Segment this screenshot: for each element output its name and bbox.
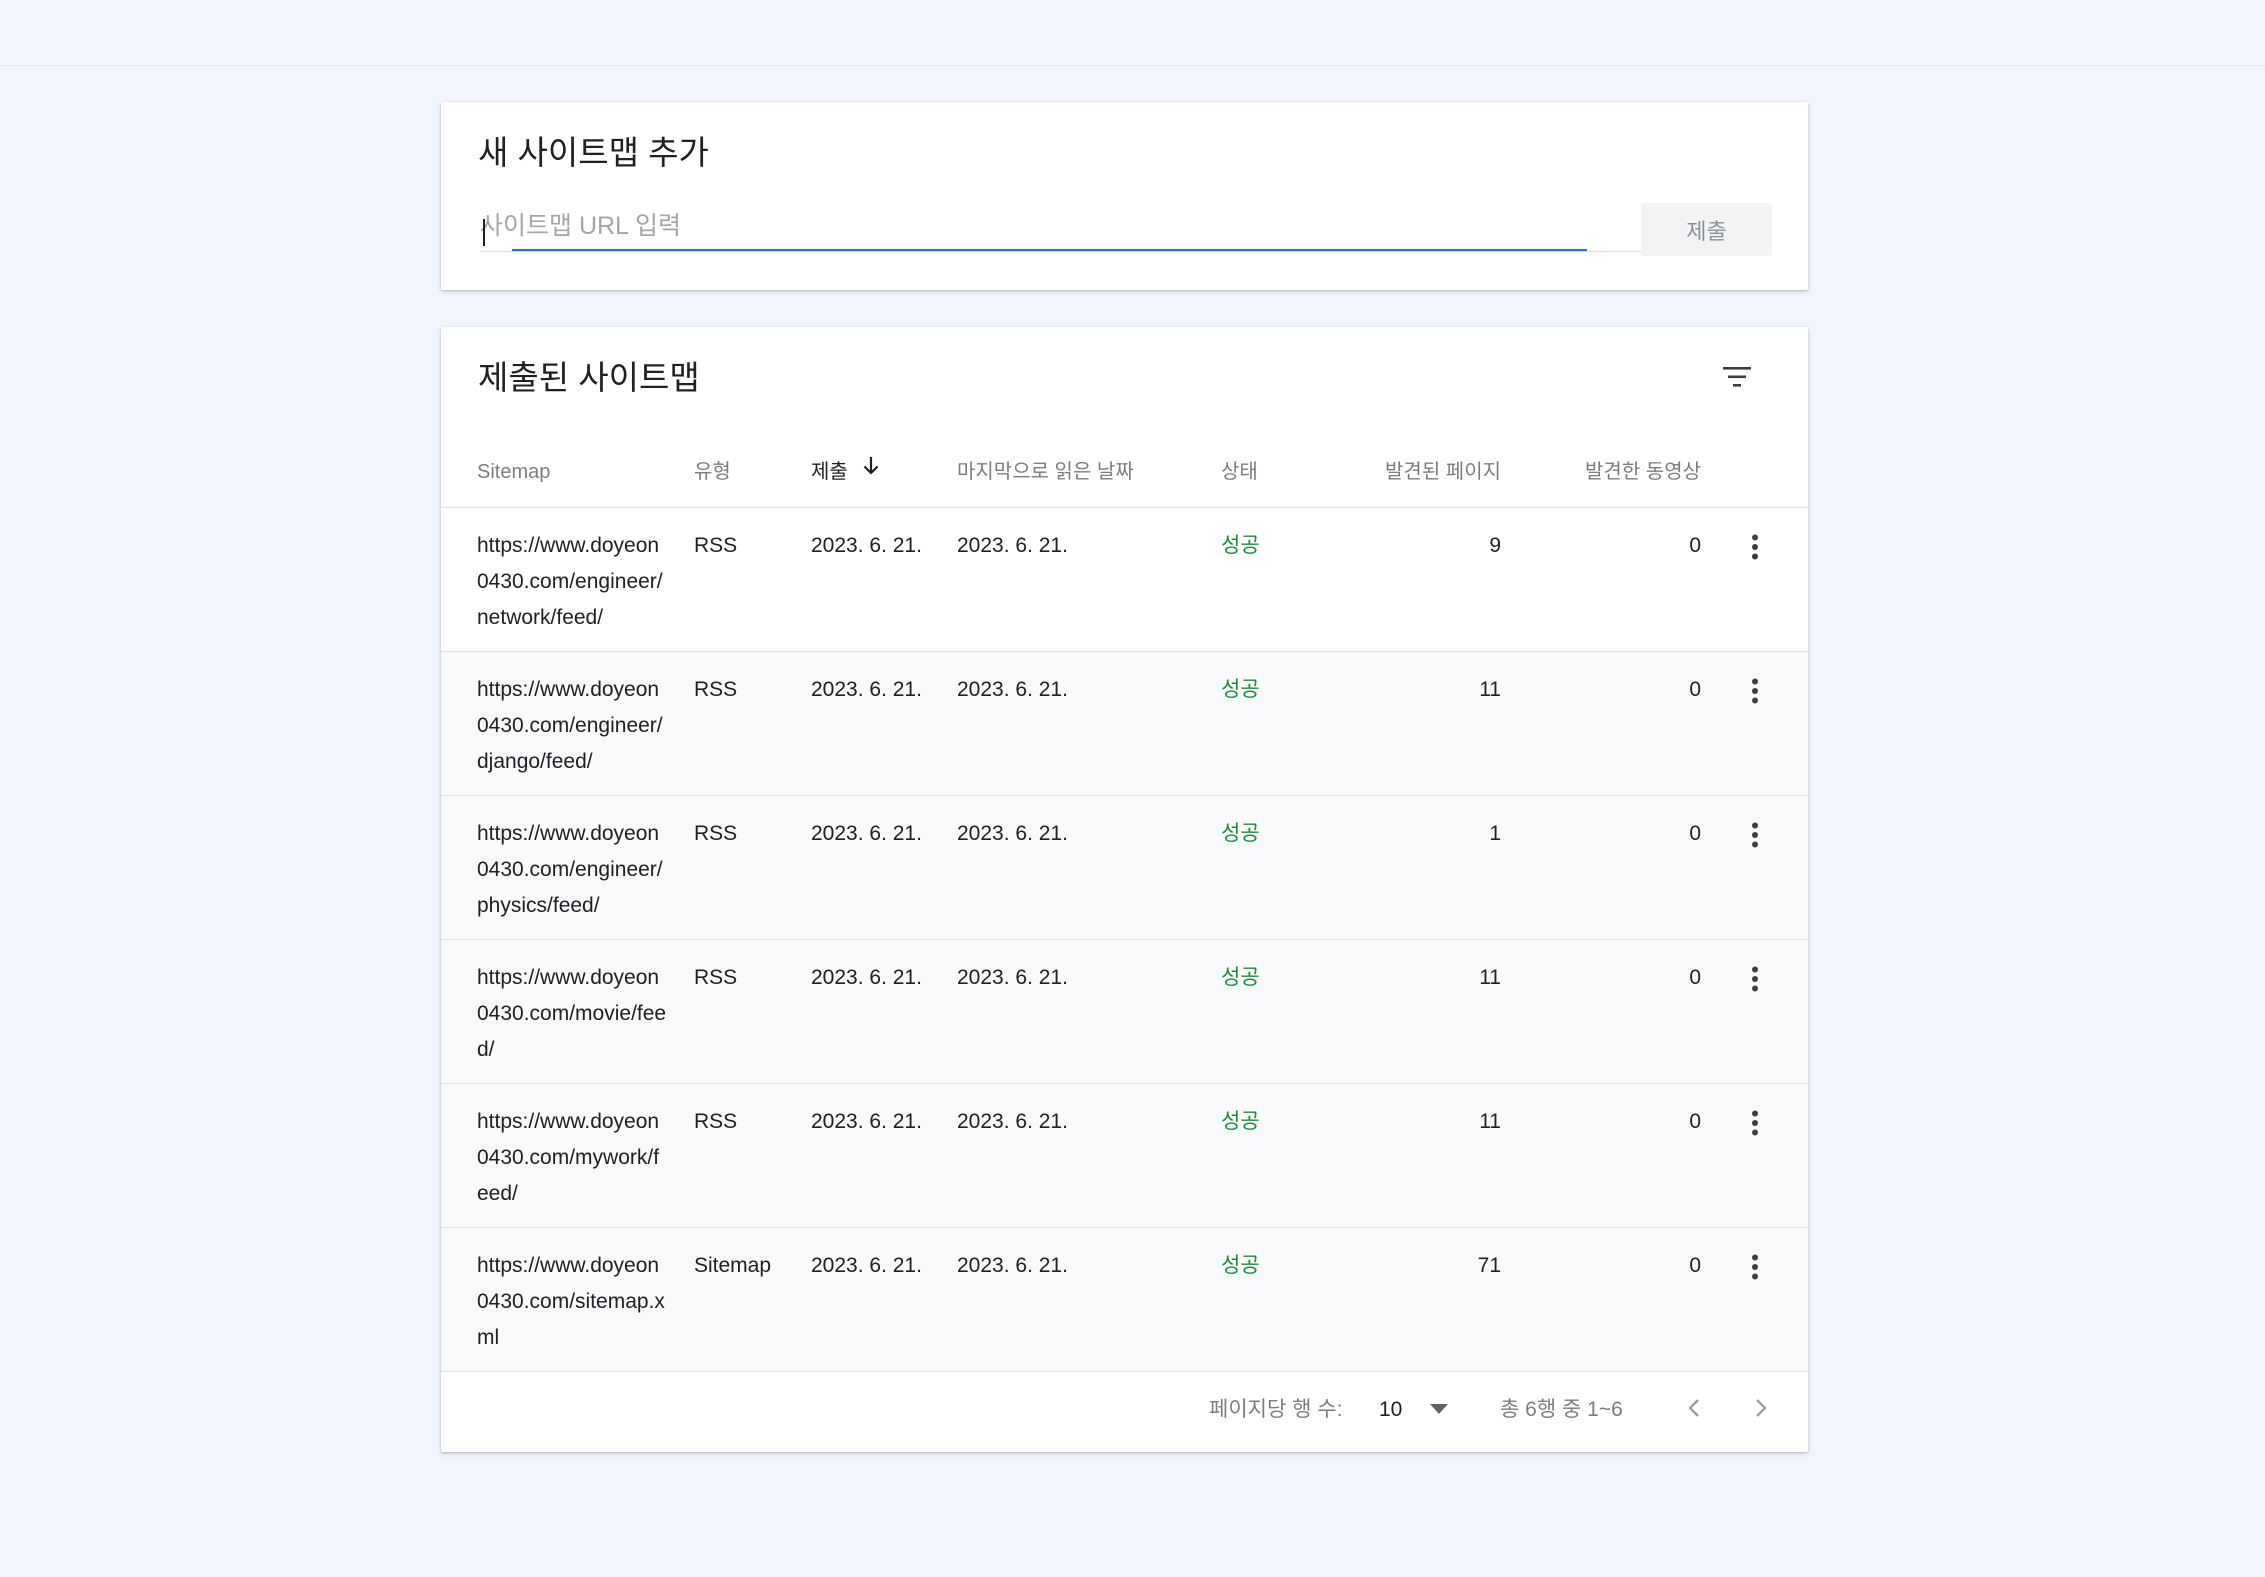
status-text: 성공 — [1221, 966, 1260, 989]
discovered-pages-count: 1 — [1489, 822, 1501, 845]
submitted-date: 2023. 6. 21. — [811, 678, 922, 701]
table-row[interactable]: https://www.doyeon0430.com/engineer/phys… — [441, 796, 1808, 940]
caret-down-icon — [1430, 1401, 1449, 1419]
last-read-date: 2023. 6. 21. — [957, 822, 1068, 845]
arrow-down-icon — [863, 435, 879, 505]
discovered-pages-count: 11 — [1479, 1110, 1501, 1133]
chevron-left-icon — [1688, 1398, 1700, 1423]
submitted-date: 2023. 6. 21. — [811, 1254, 922, 1277]
column-header-label: 제출 — [811, 461, 848, 483]
more-vert-icon[interactable] — [1735, 671, 1775, 711]
input-focus-underline — [512, 249, 1587, 251]
table-row[interactable]: https://www.doyeon0430.com/sitemap.xml S… — [441, 1228, 1808, 1372]
pagination-bar: 페이지당 행 수: 10 총 6행 중 1~6 — [441, 1368, 1808, 1452]
sitemap-type: RSS — [694, 534, 738, 557]
column-header-label: Sitemap — [477, 461, 551, 483]
filter-icon[interactable] — [1717, 357, 1757, 397]
more-vert-icon[interactable] — [1735, 815, 1775, 855]
discovered-pages-count: 11 — [1479, 966, 1501, 989]
sitemap-type: RSS — [694, 1110, 738, 1133]
submitted-date: 2023. 6. 21. — [811, 1110, 922, 1133]
status-text: 성공 — [1221, 678, 1260, 701]
last-read-date: 2023. 6. 21. — [957, 678, 1068, 701]
discovered-videos-count: 0 — [1689, 966, 1701, 989]
discovered-videos-count: 0 — [1689, 822, 1701, 845]
more-vert-icon[interactable] — [1735, 527, 1775, 567]
last-read-date: 2023. 6. 21. — [957, 1254, 1068, 1277]
sitemap-url: https://www.doyeon0430.com/movie/feed/ — [477, 966, 667, 1061]
more-vert-icon[interactable] — [1735, 1103, 1775, 1143]
column-header-discovered-pages[interactable]: 발견된 페이지 — [1379, 437, 1501, 507]
column-header-type[interactable]: 유형 — [694, 437, 731, 507]
status-text: 성공 — [1221, 822, 1260, 845]
status-text: 성공 — [1221, 534, 1260, 557]
column-header-label: 유형 — [694, 461, 731, 483]
previous-page-button[interactable] — [1674, 1390, 1714, 1430]
top-bar — [0, 0, 2265, 66]
last-read-date: 2023. 6. 21. — [957, 534, 1068, 557]
column-header-discovered-videos[interactable]: 발견한 동영상 — [1579, 437, 1701, 507]
add-sitemap-card: 새 사이트맵 추가 제출 — [441, 102, 1808, 290]
table-row[interactable]: https://www.doyeon0430.com/engineer/netw… — [441, 508, 1808, 652]
status-text: 성공 — [1221, 1110, 1260, 1133]
next-page-button[interactable] — [1741, 1390, 1781, 1430]
discovered-videos-count: 0 — [1689, 1110, 1701, 1133]
submitted-sitemaps-title: 제출된 사이트맵 — [478, 359, 700, 396]
more-vert-icon[interactable] — [1735, 959, 1775, 999]
sitemap-url: https://www.doyeon0430.com/engineer/netw… — [477, 534, 663, 629]
submitted-sitemaps-card: 제출된 사이트맵 Sitemap 유형 제출 마지막으로 읽은 날짜 상태 발견… — [441, 327, 1808, 1452]
table-header: Sitemap 유형 제출 마지막으로 읽은 날짜 상태 발견된 페이지 발견한… — [441, 437, 1808, 508]
submitted-date: 2023. 6. 21. — [811, 534, 922, 557]
sitemap-url-field[interactable] — [480, 202, 1558, 254]
sitemap-type: RSS — [694, 822, 738, 845]
sitemap-url: https://www.doyeon0430.com/mywork/feed/ — [477, 1110, 660, 1205]
sitemap-url: https://www.doyeon0430.com/engineer/djan… — [477, 678, 663, 773]
column-header-label: 발견된 페이지 — [1385, 461, 1501, 483]
discovered-videos-count: 0 — [1689, 1254, 1701, 1277]
chevron-right-icon — [1755, 1398, 1767, 1423]
submit-button[interactable]: 제출 — [1641, 203, 1772, 256]
discovered-pages-count: 11 — [1479, 678, 1501, 701]
add-sitemap-title: 새 사이트맵 추가 — [478, 134, 709, 171]
last-read-date: 2023. 6. 21. — [957, 1110, 1068, 1133]
column-header-label: 상태 — [1221, 461, 1258, 483]
rows-per-page-select[interactable]: 10 — [1379, 1388, 1449, 1432]
column-header-status[interactable]: 상태 — [1221, 437, 1258, 507]
table-row[interactable]: https://www.doyeon0430.com/engineer/djan… — [441, 652, 1808, 796]
submitted-date: 2023. 6. 21. — [811, 966, 922, 989]
submitted-date: 2023. 6. 21. — [811, 822, 922, 845]
table-row[interactable]: https://www.doyeon0430.com/mywork/feed/ … — [441, 1084, 1808, 1228]
pagination-range: 총 6행 중 1~6 — [1500, 1398, 1623, 1421]
discovered-videos-count: 0 — [1689, 678, 1701, 701]
sitemap-type: RSS — [694, 966, 738, 989]
more-vert-icon[interactable] — [1735, 1247, 1775, 1287]
rows-per-page-value: 10 — [1379, 1398, 1403, 1421]
table-row[interactable]: https://www.doyeon0430.com/movie/feed/ R… — [441, 940, 1808, 1084]
sitemap-type: RSS — [694, 678, 738, 701]
column-header-last-read[interactable]: 마지막으로 읽은 날짜 — [957, 437, 1134, 507]
column-header-label: 발견한 동영상 — [1585, 461, 1701, 483]
discovered-videos-count: 0 — [1689, 534, 1701, 557]
column-header-label: 마지막으로 읽은 날짜 — [957, 461, 1134, 483]
status-text: 성공 — [1221, 1254, 1260, 1277]
column-header-sitemap[interactable]: Sitemap — [477, 437, 550, 507]
column-header-submitted[interactable]: 제출 — [811, 437, 879, 507]
text-cursor — [483, 219, 485, 246]
sitemap-type: Sitemap — [694, 1254, 772, 1277]
input-underline — [480, 251, 1655, 252]
sitemap-url-input[interactable] — [480, 202, 1558, 250]
sitemap-url: https://www.doyeon0430.com/sitemap.xml — [477, 1254, 665, 1349]
last-read-date: 2023. 6. 21. — [957, 966, 1068, 989]
discovered-pages-count: 71 — [1477, 1254, 1501, 1277]
discovered-pages-count: 9 — [1489, 534, 1501, 557]
sitemap-table-body: https://www.doyeon0430.com/engineer/netw… — [441, 508, 1808, 1372]
rows-per-page-label: 페이지당 행 수: — [1209, 1398, 1343, 1421]
sitemap-url: https://www.doyeon0430.com/engineer/phys… — [477, 822, 663, 917]
